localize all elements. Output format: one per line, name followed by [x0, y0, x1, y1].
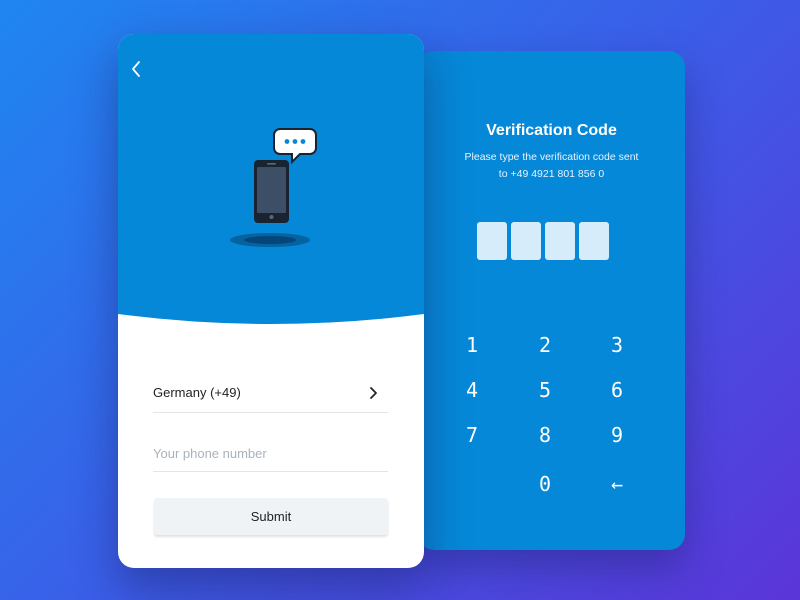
code-digit-box-4[interactable] — [579, 222, 609, 260]
code-digit-box-2[interactable] — [511, 222, 541, 260]
country-selector-label[interactable]: Germany (+49) — [153, 385, 241, 400]
chevron-right-icon[interactable] — [366, 386, 380, 400]
phone-number-input[interactable] — [153, 442, 388, 464]
keypad-key-2[interactable]: 2 — [525, 330, 565, 360]
keypad-key-0[interactable]: 0 — [525, 469, 565, 499]
keypad-key-3[interactable]: 3 — [597, 330, 637, 360]
keypad-key-1[interactable]: 1 — [452, 330, 492, 360]
code-digit-box-1[interactable] — [477, 222, 507, 260]
verification-card: Verification Code Please type the verifi… — [418, 51, 685, 550]
keypad-key-4[interactable]: 4 — [452, 375, 492, 405]
country-divider — [153, 412, 388, 413]
code-digit-box-3[interactable] — [545, 222, 575, 260]
chevron-left-icon — [132, 61, 140, 77]
phone-login-card: Germany (+49) Submit — [118, 34, 424, 568]
back-button[interactable] — [126, 58, 146, 80]
verification-subtitle-line1: Please type the verification code sent — [464, 151, 639, 163]
keypad-key-9[interactable]: 9 — [597, 420, 637, 450]
keypad-backspace-key[interactable]: ← — [597, 469, 637, 499]
verification-title: Verification Code — [486, 122, 617, 139]
phone-message-icon — [230, 128, 317, 247]
phone-divider — [153, 471, 388, 472]
keypad-key-7[interactable]: 7 — [452, 420, 492, 450]
keypad-key-5[interactable]: 5 — [525, 375, 565, 405]
keypad-key-8[interactable]: 8 — [525, 420, 565, 450]
verification-subtitle-line2: to +49 4921 801 856 0 — [498, 168, 605, 180]
keypad-key-6[interactable]: 6 — [597, 375, 637, 405]
submit-button[interactable]: Submit — [154, 498, 388, 535]
